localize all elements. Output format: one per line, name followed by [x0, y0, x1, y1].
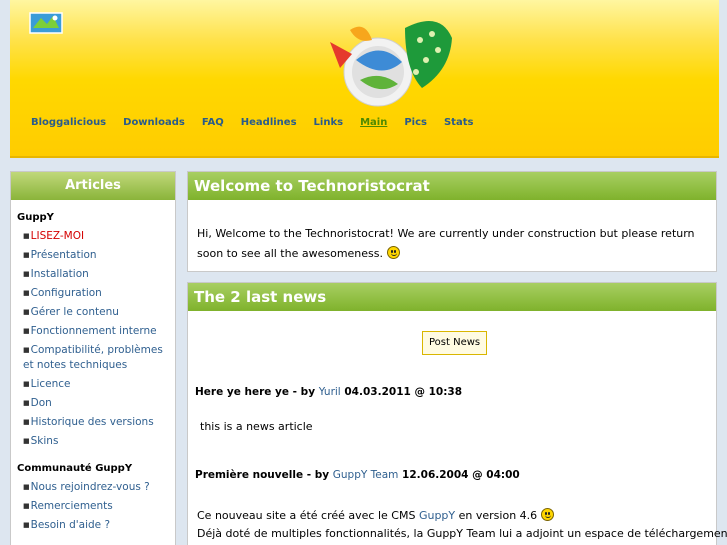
welcome-message: Hi, Welcome to the Technoristocrat! We a… [197, 227, 695, 260]
nav-stats[interactable]: Stats [444, 117, 473, 128]
news-headline-text: Here ye here ye - by [195, 386, 316, 398]
bullet-icon: ■ [23, 270, 30, 278]
nav-links[interactable]: Links [314, 117, 344, 128]
smiley-icon [386, 246, 400, 259]
sidebar-item-fonctionnement[interactable]: ■Fonctionnement interne [11, 322, 175, 341]
sidebar-title: Articles [11, 172, 175, 200]
sidebar-item-gerer-contenu[interactable]: ■Gérer le contenu [11, 303, 175, 322]
sidebar-item-configuration[interactable]: ■Configuration [11, 284, 175, 303]
bullet-icon: ■ [23, 418, 30, 426]
sidebar-item-label: Besoin d'aide ? [30, 519, 111, 531]
sidebar-item-lisez-moi[interactable]: ■LISEZ-MOI [11, 227, 175, 246]
site-logo [330, 20, 452, 107]
bullet-icon: ■ [23, 308, 30, 316]
sidebar-item-label: Remerciements [30, 500, 113, 512]
nav-pics[interactable]: Pics [404, 117, 427, 128]
welcome-box: Welcome to Technoristocrat Hi, Welcome t… [187, 171, 717, 272]
sidebar-item-label: Installation [30, 268, 89, 280]
sidebar-item-label: Gérer le contenu [30, 306, 119, 318]
bullet-icon: ■ [23, 346, 30, 354]
bullet-icon: ■ [23, 251, 30, 259]
nav-downloads[interactable]: Downloads [123, 117, 185, 128]
sidebar-item-presentation[interactable]: ■Présentation [11, 246, 175, 265]
news-author-link[interactable]: GuppY Team [333, 469, 399, 481]
news-body-line: Ce nouveau site a été créé avec le CMS G… [197, 507, 712, 525]
bullet-icon: ■ [23, 521, 30, 529]
nav-bloggalicious[interactable]: Bloggalicious [31, 117, 106, 128]
sidebar-item-label: Historique des versions [30, 416, 154, 428]
sidebar-item-aide[interactable]: ■Besoin d'aide ? [11, 516, 175, 535]
bullet-icon: ■ [23, 437, 30, 445]
sidebar-item-label: Licence [30, 378, 71, 390]
news-headline-text: Première nouvelle - by [195, 469, 330, 481]
sidebar-section-guppy: GuppY [17, 212, 54, 223]
sidebar-item-rejoindre[interactable]: ■Nous rejoindrez-vous ? [11, 478, 175, 497]
main-nav: Bloggalicious Downloads FAQ Headlines Li… [31, 117, 490, 128]
sidebar-item-remerciements[interactable]: ■Remerciements [11, 497, 175, 516]
nav-faq[interactable]: FAQ [202, 117, 224, 128]
sidebar-section-communaute: Communauté GuppY [17, 463, 133, 474]
news-box: The 2 last news Post News Here ye here y… [187, 282, 727, 545]
sidebar-item-label: Skins [30, 435, 59, 447]
news-body: this is a news article [200, 420, 313, 433]
sidebar-item-installation[interactable]: ■Installation [11, 265, 175, 284]
sidebar-item-label: Fonctionnement interne [30, 325, 157, 337]
post-news-button[interactable]: Post News [422, 331, 488, 355]
sidebar-item-label: Nous rejoindrez-vous ? [30, 481, 150, 493]
news-title: The 2 last news [188, 283, 716, 311]
bullet-icon: ■ [23, 327, 30, 335]
welcome-text: Hi, Welcome to the Technoristocrat! We a… [197, 224, 712, 264]
bullet-icon: ■ [23, 289, 30, 297]
bullet-icon: ■ [23, 502, 30, 510]
bullet-icon: ■ [23, 380, 30, 388]
news-body-text: Ce nouveau site a été créé avec le CMS [197, 509, 416, 522]
nav-headlines[interactable]: Headlines [241, 117, 297, 128]
news-body: Ce nouveau site a été créé avec le CMS G… [197, 507, 727, 543]
sidebar-item-label: Configuration [30, 287, 102, 299]
news-date: 12.06.2004 @ 04:00 [402, 469, 520, 481]
articles-sidebar: Articles GuppY ■LISEZ-MOI ■Présentation … [10, 171, 176, 545]
news-date: 04.03.2011 @ 10:38 [344, 386, 463, 398]
nav-main[interactable]: Main [360, 117, 387, 128]
site-header: Bloggalicious Downloads FAQ Headlines Li… [10, 0, 719, 158]
news-author-link[interactable]: Yuril [319, 386, 341, 398]
bullet-icon: ■ [23, 232, 30, 240]
news-headline: Here ye here ye - by Yuril 04.03.2011 @ … [195, 386, 462, 398]
sidebar-item-label: Compatibilité, problèmes et notes techni… [23, 344, 163, 371]
bullet-icon: ■ [23, 399, 30, 407]
sidebar-item-skins[interactable]: ■Skins [11, 432, 175, 451]
news-body-text: en version 4.6 [458, 509, 538, 522]
bullet-icon: ■ [23, 483, 30, 491]
sidebar-item-historique[interactable]: ■Historique des versions [11, 413, 175, 432]
sidebar-item-don[interactable]: ■Don [11, 394, 175, 413]
site-icon[interactable] [29, 12, 63, 34]
sidebar-item-licence[interactable]: ■Licence [11, 375, 175, 394]
sidebar-item-label: Don [30, 397, 52, 409]
guppy-link[interactable]: GuppY [419, 509, 455, 522]
sidebar-item-label: Présentation [30, 249, 97, 261]
news-headline: Première nouvelle - by GuppY Team 12.06.… [195, 469, 520, 481]
news-body-line: Déjà doté de multiples fonctionnalités, … [197, 527, 727, 540]
sidebar-item-compatibilite[interactable]: ■Compatibilité, problèmes et notes techn… [11, 341, 175, 375]
welcome-title: Welcome to Technoristocrat [188, 172, 716, 200]
sidebar-item-label: LISEZ-MOI [30, 230, 85, 242]
smiley-icon [540, 508, 554, 521]
